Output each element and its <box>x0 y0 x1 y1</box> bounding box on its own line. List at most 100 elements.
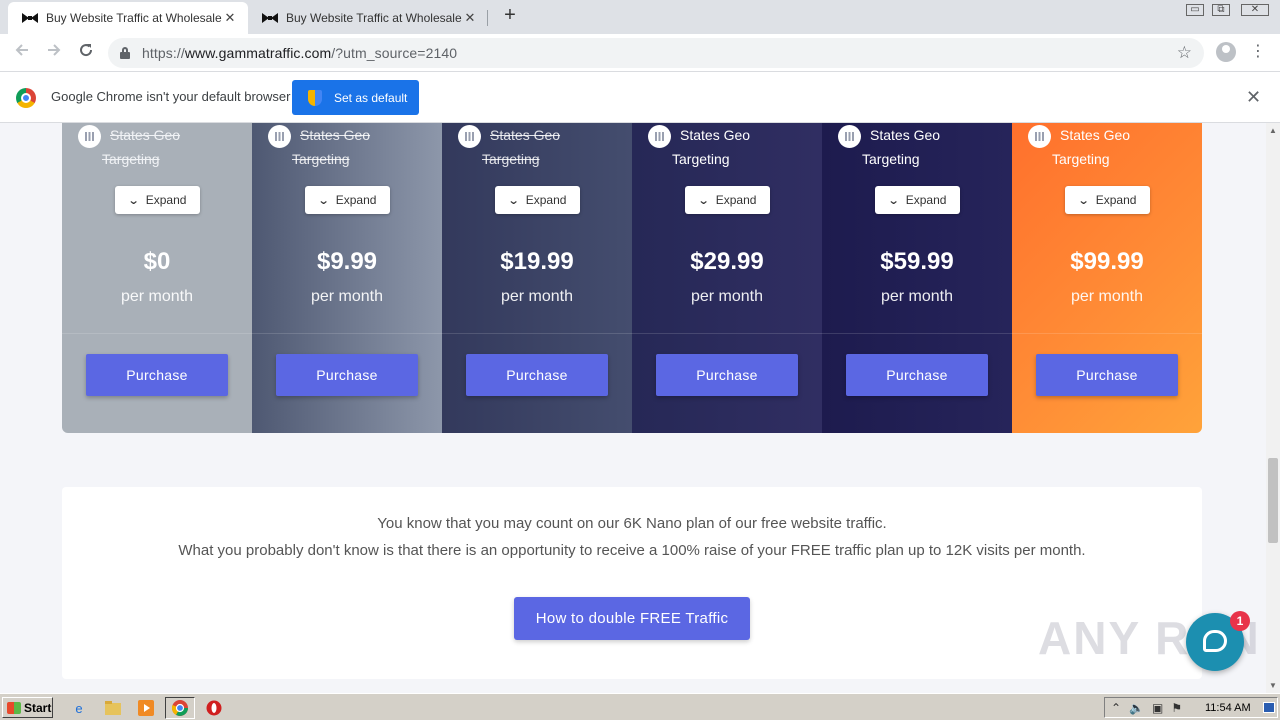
feature-text-line2: Targeting <box>862 151 920 167</box>
plan-card: States Geo Targeting ⌄ Expand $19.99 per … <box>442 123 632 433</box>
feature-text-line2: Targeting <box>292 151 350 167</box>
reload-icon <box>80 44 93 57</box>
plan-period: per month <box>310 288 384 305</box>
plan-card: States Geo Targeting ⌄ Expand $29.99 per … <box>632 123 822 433</box>
plan-card: States Geo Targeting ⌄ Expand $9.99 per m… <box>252 123 442 433</box>
browser-toolbar: https://www.gammatraffic.com/?utm_source… <box>0 34 1280 72</box>
chevron-down-icon: ⌄ <box>887 194 900 207</box>
back-button[interactable] <box>10 42 34 64</box>
plan-feature: States Geo Targeting <box>1028 123 1198 171</box>
tray-icons[interactable]: ⌃🔈▣⚑ <box>1111 701 1190 715</box>
reload-button[interactable] <box>74 42 98 64</box>
plan-feature: States Geo Targeting <box>268 123 438 171</box>
feature-text-line1: States Geo <box>1060 127 1131 143</box>
chrome-menu-icon[interactable]: ⋮ <box>1250 42 1266 62</box>
plan-price: $0 <box>143 248 171 275</box>
tab-active[interactable]: Buy Website Traffic at Wholesale Ra ✕ <box>8 2 248 34</box>
divider <box>252 333 442 334</box>
set-as-default-button[interactable]: Set as default <box>292 80 419 115</box>
expand-button[interactable]: ⌄ Expand <box>495 186 580 214</box>
feature-bullet-icon <box>1028 125 1051 148</box>
divider <box>62 333 252 334</box>
plan-period: per month <box>120 288 194 305</box>
tab-title: Buy Website Traffic at Wholesale Ra <box>286 11 462 25</box>
info-text-line1: You know that you may count on our 6K Na… <box>377 515 887 532</box>
chevron-down-icon: ⌄ <box>1077 194 1090 207</box>
feature-text-line1: States Geo <box>870 127 941 143</box>
chevron-down-icon: ⌄ <box>127 194 140 207</box>
default-browser-infobar: Google Chrome isn't your default browser… <box>0 72 1280 123</box>
plan-period: per month <box>500 288 574 305</box>
feature-text-line1: States Geo <box>110 127 181 143</box>
scroll-down-icon[interactable]: ▼ <box>1269 681 1277 690</box>
expand-button[interactable]: ⌄ Expand <box>115 186 200 214</box>
plan-card: States Geo Targeting ⌄ Expand $0 per mont… <box>62 123 252 433</box>
feature-bullet-icon <box>268 125 291 148</box>
divider <box>442 333 632 334</box>
uac-shield-icon <box>308 89 322 106</box>
expand-button[interactable]: ⌄ Expand <box>875 186 960 214</box>
purchase-button[interactable]: Purchase <box>466 354 608 396</box>
bookmark-star-icon[interactable]: ☆ <box>1177 43 1192 63</box>
plan-period: per month <box>1070 288 1144 305</box>
divider <box>822 333 1012 334</box>
plan-price: $9.99 <box>316 248 378 275</box>
lock-icon <box>120 47 130 59</box>
feature-text-line2: Targeting <box>1052 151 1110 167</box>
scroll-up-icon[interactable]: ▲ <box>1269 126 1277 135</box>
chat-widget-button[interactable]: 1 <box>1186 611 1250 671</box>
vertical-scrollbar[interactable]: ▲ ▼ <box>1266 123 1280 693</box>
page-viewport: States Geo Targeting ⌄ Expand $0 per mont… <box>0 123 1266 693</box>
purchase-button[interactable]: Purchase <box>86 354 228 396</box>
plan-price: $29.99 <box>690 248 764 275</box>
new-tab-button[interactable]: + <box>498 4 522 28</box>
show-desktop-icon[interactable] <box>1263 702 1275 713</box>
scrollbar-thumb[interactable] <box>1268 458 1278 543</box>
expand-button[interactable]: ⌄ Expand <box>305 186 390 214</box>
plan-feature: States Geo Targeting <box>78 123 248 171</box>
file-explorer-icon[interactable] <box>104 699 122 717</box>
tab-separator <box>487 10 488 26</box>
internet-explorer-icon[interactable]: e <box>70 699 88 717</box>
feature-text-line1: States Geo <box>300 127 371 143</box>
start-button[interactable]: Start <box>2 697 53 718</box>
tab-close-icon[interactable]: ✕ <box>222 10 238 26</box>
tab-inactive[interactable]: Buy Website Traffic at Wholesale Ra ✕ <box>248 2 488 34</box>
tab-close-icon[interactable]: ✕ <box>462 10 478 26</box>
infobar-message: Google Chrome isn't your default browser <box>51 89 291 104</box>
plan-price: $99.99 <box>1070 248 1144 275</box>
info-text-line2: What you probably don't know is that the… <box>178 542 1086 559</box>
plan-feature: States Geo Targeting <box>838 123 1008 171</box>
infobar-close-icon[interactable]: ✕ <box>1246 87 1261 108</box>
chrome-logo-icon <box>16 88 36 108</box>
chrome-taskbar-icon[interactable] <box>165 697 195 719</box>
window-close-button[interactable]: ✕ <box>1238 0 1272 20</box>
forward-button[interactable] <box>42 42 66 64</box>
purchase-button[interactable]: Purchase <box>656 354 798 396</box>
double-free-traffic-button[interactable]: How to double FREE Traffic <box>514 597 750 640</box>
feature-bullet-icon <box>458 125 481 148</box>
opera-icon[interactable] <box>205 699 223 717</box>
media-player-icon[interactable] <box>137 699 155 717</box>
purchase-button[interactable]: Purchase <box>1036 354 1178 396</box>
address-bar[interactable]: https://www.gammatraffic.com/?utm_source… <box>108 38 1204 68</box>
plan-feature: States Geo Targeting <box>458 123 628 171</box>
site-favicon-icon <box>262 12 278 24</box>
divider <box>1012 333 1202 334</box>
feature-text-line2: Targeting <box>672 151 730 167</box>
taskbar-clock[interactable]: 11:54 AM <box>1205 702 1251 714</box>
system-tray: ⌃🔈▣⚑ 11:54 AM <box>1104 697 1278 718</box>
purchase-button[interactable]: Purchase <box>276 354 418 396</box>
plan-card: States Geo Targeting ⌄ Expand $99.99 per … <box>1012 123 1202 433</box>
tab-strip: Buy Website Traffic at Wholesale Ra ✕ Bu… <box>0 0 1280 34</box>
feature-text-line2: Targeting <box>482 151 540 167</box>
profile-avatar-icon[interactable] <box>1216 42 1236 62</box>
restore-button[interactable]: ⧉ <box>1206 0 1236 20</box>
set-as-default-label: Set as default <box>334 90 408 105</box>
chevron-down-icon: ⌄ <box>507 194 520 207</box>
expand-button[interactable]: ⌄ Expand <box>685 186 770 214</box>
expand-button[interactable]: ⌄ Expand <box>1065 186 1150 214</box>
plan-price: $59.99 <box>880 248 954 275</box>
back-arrow-icon <box>15 44 28 56</box>
purchase-button[interactable]: Purchase <box>846 354 988 396</box>
